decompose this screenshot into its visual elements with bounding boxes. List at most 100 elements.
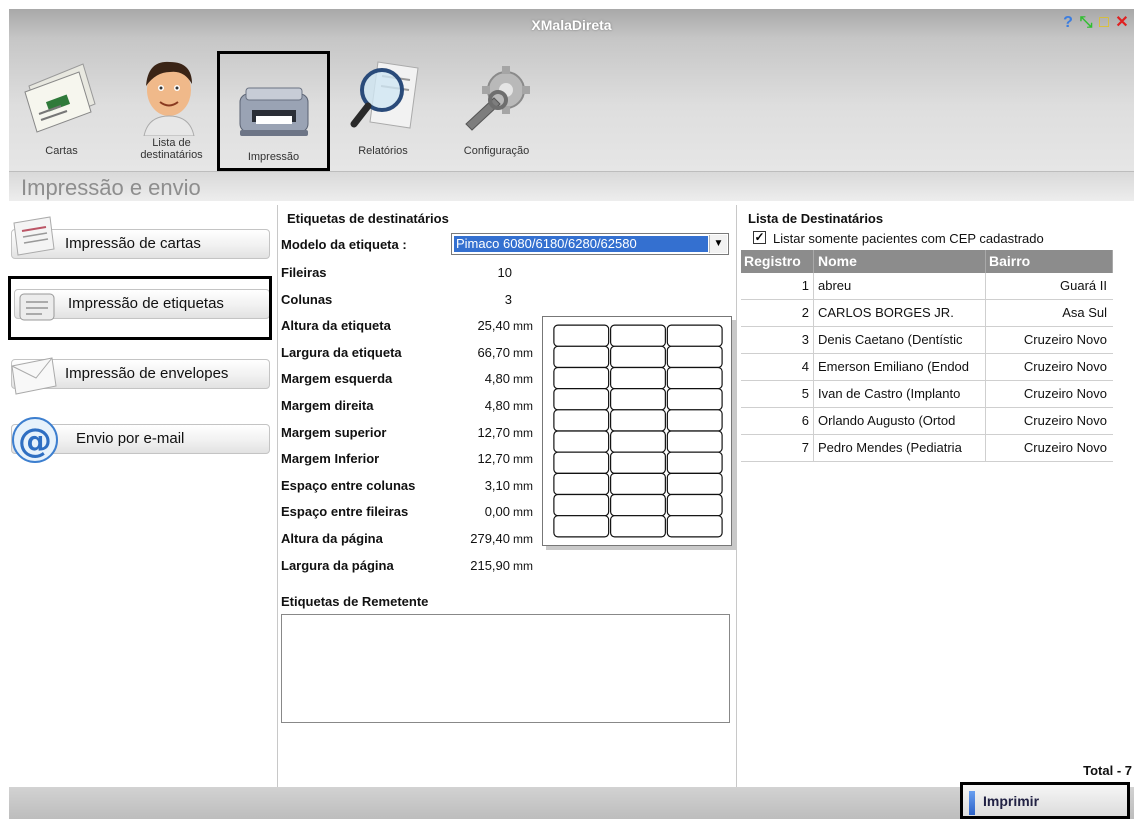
field-value[interactable]: 3 — [452, 292, 512, 307]
preview-label-cell — [666, 472, 723, 496]
preview-label-cell — [666, 430, 723, 453]
letter-icon — [13, 216, 55, 256]
chevron-down-icon[interactable]: ▼ — [709, 235, 727, 253]
toolbar-label-lista-1: Lista de — [152, 137, 191, 149]
toolbar-label-impressao: Impressão — [247, 151, 300, 163]
sender-heading: Etiquetas de Remetente — [281, 594, 429, 609]
preview-label-cell — [553, 409, 610, 432]
field-value[interactable]: 0,00 — [450, 504, 510, 519]
field-label: Margem Inferior — [281, 451, 380, 466]
cep-filter-label: Listar somente pacientes com CEP cadastr… — [773, 231, 1044, 246]
field-value[interactable]: 25,40 — [450, 318, 510, 333]
preview-label-cell — [610, 493, 666, 517]
table-row[interactable]: 7 Pedro Mendes (Pediatria Cruzeiro Novo — [741, 435, 1113, 462]
table-row[interactable]: 3 Denis Caetano (Dentístic Cruzeiro Novo — [741, 327, 1113, 354]
field-value[interactable]: 279,40 — [450, 531, 510, 546]
toolbar-item-configuracao[interactable]: Configuração — [454, 46, 539, 169]
preview-label-cell — [666, 366, 723, 390]
table-row[interactable]: 5 Ivan de Castro (Implanto Cruzeiro Novo — [741, 381, 1113, 408]
print-button[interactable]: Imprimir — [960, 782, 1130, 819]
selection-highlight — [8, 276, 272, 340]
field-value[interactable]: 4,80 — [450, 371, 510, 386]
preview-label-cell — [610, 451, 666, 474]
preview-label-cell — [553, 451, 610, 474]
table-body: 1 abreu Guará II 2 CARLOS BORGES JR. Asa Sul 3… — [741, 273, 1113, 462]
column-header-registro[interactable]: Registro — [741, 250, 814, 273]
preview-label-cell — [553, 472, 610, 496]
field-value[interactable]: 215,90 — [450, 558, 510, 573]
column-header-bairro[interactable]: Bairro — [986, 250, 1113, 273]
wrench-gear-icon — [465, 66, 530, 131]
toolbar-item-relatorios[interactable]: Relatórios — [342, 46, 424, 169]
preview-label-cell — [666, 345, 723, 369]
preview-label-cell — [610, 388, 666, 411]
cell-registro: 4 — [741, 354, 814, 380]
field-value[interactable]: 66,70 — [450, 345, 510, 360]
close-icon[interactable]: ✕ — [1114, 15, 1130, 31]
preview-label-cell — [666, 493, 723, 517]
preview-label-cell — [666, 388, 723, 411]
cell-nome: Ivan de Castro (Implanto — [814, 381, 986, 407]
cell-nome: CARLOS BORGES JR. — [814, 300, 986, 326]
window-controls: ? ⤡ □ ✕ — [1060, 15, 1130, 31]
printer-icon — [239, 87, 309, 136]
field-label: Espaço entre fileiras — [281, 504, 409, 519]
cell-nome: Pedro Mendes (Pediatria — [814, 435, 986, 461]
field-label: Margem esquerda — [281, 371, 393, 386]
print-button-accent — [969, 791, 975, 815]
print-button-label: Imprimir — [983, 793, 1040, 809]
preview-label-cell — [610, 345, 666, 369]
preview-label-cell — [666, 515, 723, 538]
preview-label-cell — [666, 451, 723, 474]
cell-bairro: Cruzeiro Novo — [1023, 440, 1107, 455]
cell-bairro: Cruzeiro Novo — [1023, 359, 1107, 374]
preview-label-cell — [610, 366, 666, 390]
maximize-icon[interactable]: □ — [1096, 15, 1112, 31]
field-value[interactable]: 4,80 — [450, 398, 510, 413]
field-label: Margem superior — [281, 425, 387, 440]
labels-heading: Etiquetas de destinatários — [287, 211, 449, 226]
preview-label-cell — [553, 493, 610, 517]
header-toolbar: XMalaDireta ? ⤡ □ ✕ Cartas Lista de dest… — [9, 9, 1134, 171]
field-value[interactable]: 10 — [452, 265, 512, 280]
table-row[interactable]: 1 abreu Guará II — [741, 273, 1113, 300]
cell-nome: Orlando Augusto (Ortod — [814, 408, 986, 434]
preview-label-cell — [553, 430, 610, 453]
toolbar-item-cartas[interactable]: Cartas — [19, 46, 104, 169]
field-label: Colunas — [281, 292, 333, 307]
toolbar-label-lista-2: destinatários — [140, 149, 203, 161]
column-header-nome[interactable]: Nome — [814, 250, 986, 273]
cell-registro: 2 — [741, 300, 814, 326]
cell-nome: Denis Caetano (Dentístic — [814, 327, 986, 353]
cell-nome: abreu — [814, 273, 986, 299]
cell-registro: 5 — [741, 381, 814, 407]
cell-registro: 1 — [741, 273, 814, 299]
preview-label-cell — [553, 324, 610, 347]
toolbar-item-impressao[interactable]: Impressão — [217, 51, 330, 171]
field-value[interactable]: 3,10 — [450, 478, 510, 493]
field-label: Margem direita — [281, 398, 374, 413]
cep-filter-checkbox[interactable]: ✓ — [753, 231, 766, 244]
label-model-select[interactable]: Pimaco 6080/6180/6280/62580 ▼ — [451, 233, 729, 255]
at-sign-icon: @ — [12, 417, 58, 463]
envelope-icon — [11, 357, 57, 395]
field-unit: mm — [513, 426, 533, 440]
field-value[interactable]: 12,70 — [450, 451, 510, 466]
preview-label-cell — [610, 409, 666, 432]
label-sheet-preview — [542, 316, 732, 546]
field-value[interactable]: 12,70 — [450, 425, 510, 440]
field-label: Altura da etiqueta — [281, 318, 391, 333]
table-row[interactable]: 6 Orlando Augusto (Ortod Cruzeiro Novo — [741, 408, 1113, 435]
sender-textarea[interactable] — [281, 614, 730, 723]
preview-label-cell — [553, 388, 610, 411]
preview-label-cell — [610, 472, 666, 496]
table-row[interactable]: 2 CARLOS BORGES JR. Asa Sul — [741, 300, 1113, 327]
preview-label-cell — [553, 345, 610, 369]
help-icon[interactable]: ? — [1060, 15, 1076, 31]
table-row[interactable]: 4 Emerson Emiliano (Endod Cruzeiro Novo — [741, 354, 1113, 381]
cell-registro: 7 — [741, 435, 814, 461]
recipients-table: Registro Nome Bairro 1 abreu Guará II 2 CARL… — [741, 250, 1113, 462]
minimize-icon[interactable]: ⤡ — [1078, 15, 1094, 31]
preview-label-cell — [610, 515, 666, 538]
toolbar-item-lista-destinatarios[interactable]: Lista de destinatários — [124, 46, 219, 169]
